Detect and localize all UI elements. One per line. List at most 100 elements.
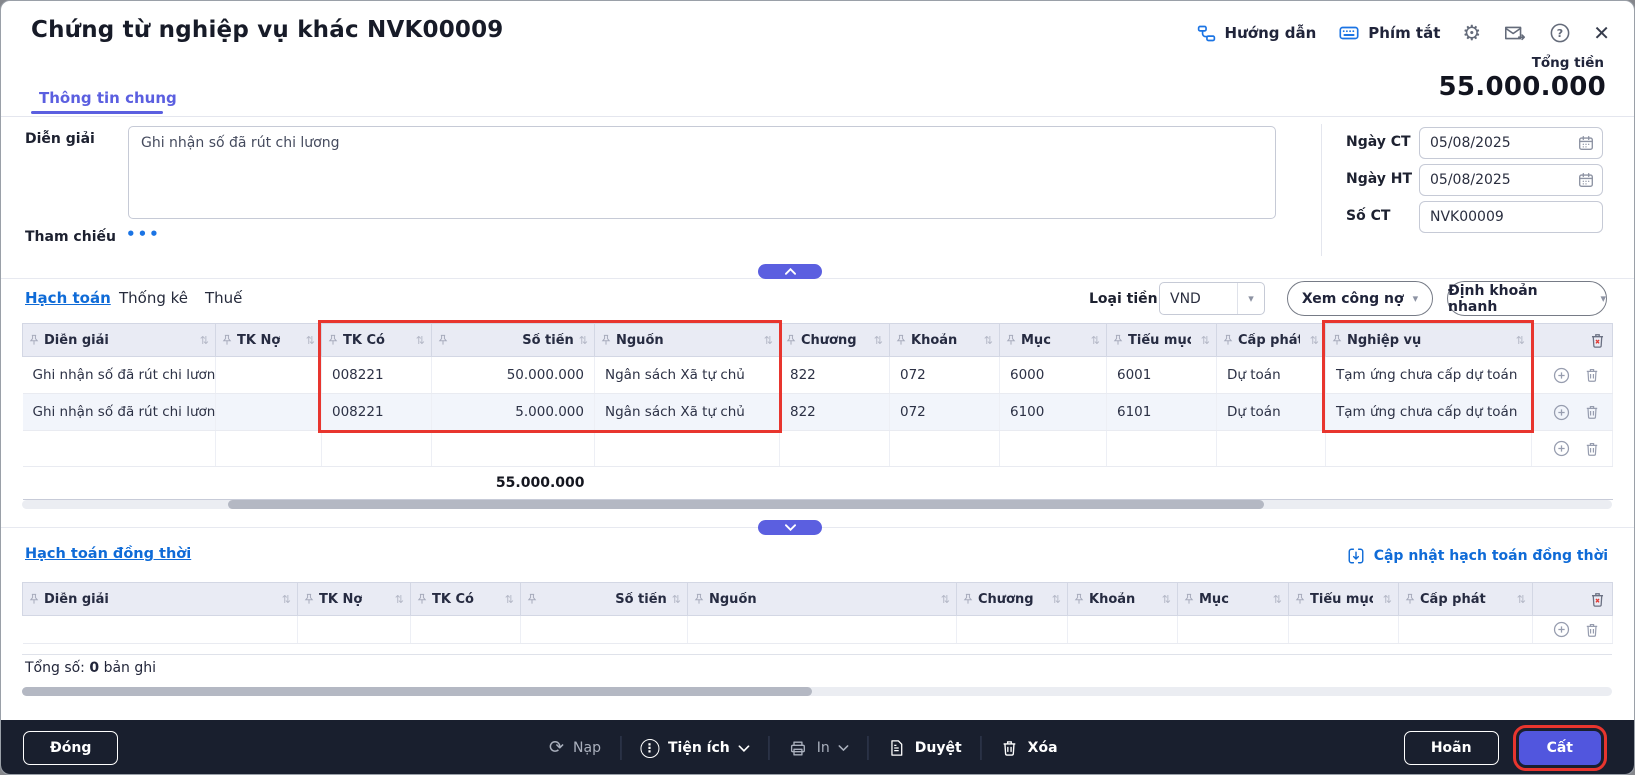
calendar-icon[interactable] bbox=[1577, 171, 1595, 189]
pin-icon[interactable] bbox=[1113, 334, 1123, 346]
cell-empty[interactable] bbox=[1399, 616, 1533, 644]
delete-row-icon[interactable] bbox=[1584, 367, 1600, 383]
pin-icon[interactable] bbox=[29, 334, 39, 346]
send-mail-icon[interactable] bbox=[1503, 22, 1527, 44]
pin-icon[interactable] bbox=[1074, 593, 1084, 605]
simultaneous-accounting-link[interactable]: Hạch toán đồng thời bbox=[25, 546, 191, 562]
cell-khoan[interactable]: 072 bbox=[890, 357, 1000, 394]
pin-icon[interactable] bbox=[438, 334, 448, 346]
col-header-muc[interactable]: Mục⇅ bbox=[1000, 324, 1107, 357]
cell-chuong[interactable]: 822 bbox=[780, 394, 890, 431]
cell-muc[interactable]: 6000 bbox=[1000, 357, 1107, 394]
cell-nguon[interactable]: Ngân sách Xã tự chủ bbox=[595, 357, 780, 394]
cell-empty[interactable] bbox=[23, 616, 298, 644]
col-header-actions[interactable] bbox=[1533, 583, 1613, 616]
add-row-icon[interactable] bbox=[1553, 404, 1570, 421]
cell-empty[interactable] bbox=[890, 431, 1000, 467]
col-header-tk-co[interactable]: TK Có⇅ bbox=[411, 583, 521, 616]
tab-thong-ke[interactable]: Thống kê bbox=[119, 289, 188, 307]
collapse-down-button[interactable] bbox=[758, 520, 822, 535]
col-header-chuong[interactable]: Chương⇅ bbox=[957, 583, 1068, 616]
update-simultaneous-button[interactable]: Cập nhật hạch toán đồng thời bbox=[1347, 547, 1608, 565]
pin-icon[interactable] bbox=[786, 334, 796, 346]
utilities-button[interactable]: ⋮ Tiện ích bbox=[640, 739, 750, 758]
reload-button[interactable]: ⟳ Nạp bbox=[549, 739, 601, 757]
pin-icon[interactable] bbox=[1223, 334, 1233, 346]
cell-tk-co[interactable]: 008221 bbox=[322, 357, 432, 394]
close-icon[interactable]: ✕ bbox=[1593, 21, 1610, 45]
cell-tk-no[interactable] bbox=[216, 357, 322, 394]
cell-empty[interactable] bbox=[322, 431, 432, 467]
delete-row-icon[interactable] bbox=[1584, 404, 1600, 420]
cell-nguon[interactable]: Ngân sách Xã tự chủ bbox=[595, 394, 780, 431]
cell-empty[interactable] bbox=[432, 431, 595, 467]
cell-muc[interactable]: 6100 bbox=[1000, 394, 1107, 431]
cell-nghiep-vu[interactable]: Tạm ứng chưa cấp dự toán bbox=[1326, 357, 1532, 394]
pin-icon[interactable] bbox=[417, 593, 427, 605]
cell-tk-no[interactable] bbox=[216, 394, 322, 431]
pin-icon[interactable] bbox=[527, 593, 537, 605]
col-header-nghiep-vu[interactable]: Nghiệp vụ⇅ bbox=[1326, 324, 1532, 357]
pin-icon[interactable] bbox=[694, 593, 704, 605]
pin-icon[interactable] bbox=[328, 334, 338, 346]
col-header-tieu-muc[interactable]: Tiểu mục⇅ bbox=[1289, 583, 1399, 616]
clear-all-rows-icon[interactable] bbox=[1589, 332, 1606, 349]
add-row-icon[interactable] bbox=[1553, 367, 1570, 384]
col-header-khoan[interactable]: Khoản⇅ bbox=[890, 324, 1000, 357]
col-header-actions[interactable] bbox=[1532, 324, 1613, 357]
delete-row-icon[interactable] bbox=[1584, 622, 1600, 638]
currency-select[interactable]: VND ▾ bbox=[1159, 282, 1265, 315]
col-header-nguon[interactable]: Nguồn⇅ bbox=[595, 324, 780, 357]
cell-empty[interactable] bbox=[216, 431, 322, 467]
print-button[interactable]: In bbox=[789, 739, 849, 758]
cell-tk-co[interactable]: 008221 bbox=[322, 394, 432, 431]
view-debt-button[interactable]: Xem công nợ ▾ bbox=[1287, 281, 1433, 316]
postpone-button[interactable]: Hoãn bbox=[1404, 731, 1499, 765]
tab-thong-tin-chung[interactable]: Thông tin chung bbox=[39, 89, 177, 107]
cell-empty[interactable] bbox=[298, 616, 411, 644]
col-header-so-tien[interactable]: Số tiền⇅ bbox=[432, 324, 595, 357]
cell-empty[interactable] bbox=[1107, 431, 1217, 467]
col-header-chuong[interactable]: Chương⇅ bbox=[780, 324, 890, 357]
cell-chuong[interactable]: 822 bbox=[780, 357, 890, 394]
tab-hach-toan[interactable]: Hạch toán bbox=[25, 289, 111, 307]
close-button[interactable]: Đóng bbox=[23, 731, 118, 765]
pin-icon[interactable] bbox=[1332, 334, 1342, 346]
gear-icon[interactable]: ⚙ bbox=[1462, 23, 1481, 44]
pin-icon[interactable] bbox=[29, 593, 39, 605]
cell-empty[interactable] bbox=[1217, 431, 1326, 467]
cell-empty[interactable] bbox=[780, 431, 890, 467]
col-header-tk-no[interactable]: TK Nợ⇅ bbox=[216, 324, 322, 357]
reference-more-button[interactable]: ••• bbox=[126, 225, 161, 243]
pin-icon[interactable] bbox=[896, 334, 906, 346]
guide-button[interactable]: Hướng dẫn bbox=[1196, 23, 1317, 44]
quick-entry-button[interactable]: Định khoản nhanh ▾ bbox=[1447, 281, 1607, 316]
col-header-muc[interactable]: Mục⇅ bbox=[1178, 583, 1289, 616]
scrollbar-thumb[interactable] bbox=[22, 687, 812, 696]
calendar-icon[interactable] bbox=[1577, 134, 1595, 152]
pin-icon[interactable] bbox=[1006, 334, 1016, 346]
pin-icon[interactable] bbox=[1184, 593, 1194, 605]
date-ht-input[interactable] bbox=[1419, 164, 1603, 196]
pin-icon[interactable] bbox=[1295, 593, 1305, 605]
col-header-dien-giai[interactable]: Diễn giải⇅ bbox=[23, 583, 298, 616]
cell-so-tien[interactable]: 5.000.000 bbox=[432, 394, 595, 431]
pin-icon[interactable] bbox=[601, 334, 611, 346]
cell-dien-giai[interactable]: Ghi nhận số đã rút chi lương bbox=[23, 394, 216, 431]
clear-all-rows-icon[interactable] bbox=[1589, 591, 1606, 608]
cell-empty[interactable] bbox=[595, 431, 780, 467]
cell-cap-phat[interactable]: Dự toán bbox=[1217, 394, 1326, 431]
cell-empty[interactable] bbox=[1289, 616, 1399, 644]
cell-cap-phat[interactable]: Dự toán bbox=[1217, 357, 1326, 394]
pin-icon[interactable] bbox=[222, 334, 232, 346]
pin-icon[interactable] bbox=[963, 593, 973, 605]
approve-button[interactable]: Duyệt bbox=[888, 739, 962, 757]
col-header-nguon[interactable]: Nguồn⇅ bbox=[688, 583, 957, 616]
cell-empty[interactable] bbox=[957, 616, 1068, 644]
cell-empty[interactable] bbox=[1000, 431, 1107, 467]
cell-empty[interactable] bbox=[1326, 431, 1532, 467]
help-icon[interactable]: ? bbox=[1549, 22, 1571, 44]
cell-nghiep-vu[interactable]: Tạm ứng chưa cấp dự toán bbox=[1326, 394, 1532, 431]
save-button[interactable]: Cất bbox=[1519, 731, 1601, 765]
cell-empty[interactable] bbox=[23, 431, 216, 467]
